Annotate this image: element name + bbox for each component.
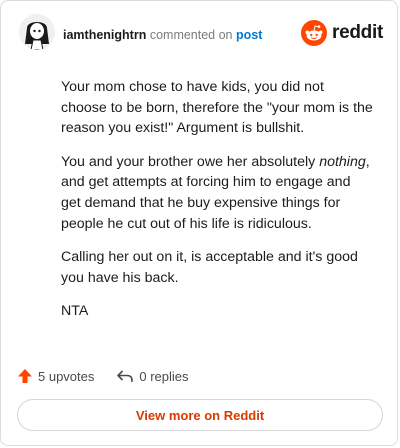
comment-meta: iamthenightrn commented on post <box>63 27 262 43</box>
reply-count: 0 replies <box>139 368 189 384</box>
reddit-snoo-icon <box>301 20 328 46</box>
reddit-logo[interactable]: reddit <box>301 19 383 47</box>
reply-arrow-icon <box>117 370 134 382</box>
avatar-figure-icon <box>19 14 55 50</box>
paragraph-text: You and your brother owe her absolutely <box>61 153 320 170</box>
replies-button[interactable]: 0 replies <box>116 368 189 384</box>
upvote-button[interactable]: 5 upvotes <box>17 368 94 384</box>
comment-paragraph-4: NTA <box>61 303 89 320</box>
comment-body: Your mom chose to have kids, you did not… <box>61 77 373 335</box>
embedded-comment-card: iamthenightrn commented on post reddit Y… <box>0 0 398 446</box>
comment-header: iamthenightrn commented on post reddit <box>1 1 397 67</box>
emphasized-text: nothing <box>319 153 366 170</box>
reddit-wordmark: reddit <box>332 22 383 43</box>
upvote-arrow-icon <box>18 369 32 383</box>
author-name[interactable]: iamthenightrn <box>63 28 146 42</box>
upvote-count: 5 upvotes <box>38 368 95 384</box>
comment-paragraph-2: You and your brother owe her absolutely … <box>61 152 373 234</box>
comment-actions: 5 upvotes 0 replies <box>17 365 211 387</box>
user-avatar[interactable] <box>19 14 55 50</box>
comment-paragraph-3: Calling her out on it, is acceptable and… <box>61 249 358 286</box>
post-link[interactable]: post <box>236 28 262 42</box>
comment-paragraph-1: Your mom chose to have kids, you did not… <box>61 79 373 137</box>
action-text: commented on <box>149 28 233 42</box>
view-more-button[interactable]: View more on Reddit <box>17 399 383 431</box>
